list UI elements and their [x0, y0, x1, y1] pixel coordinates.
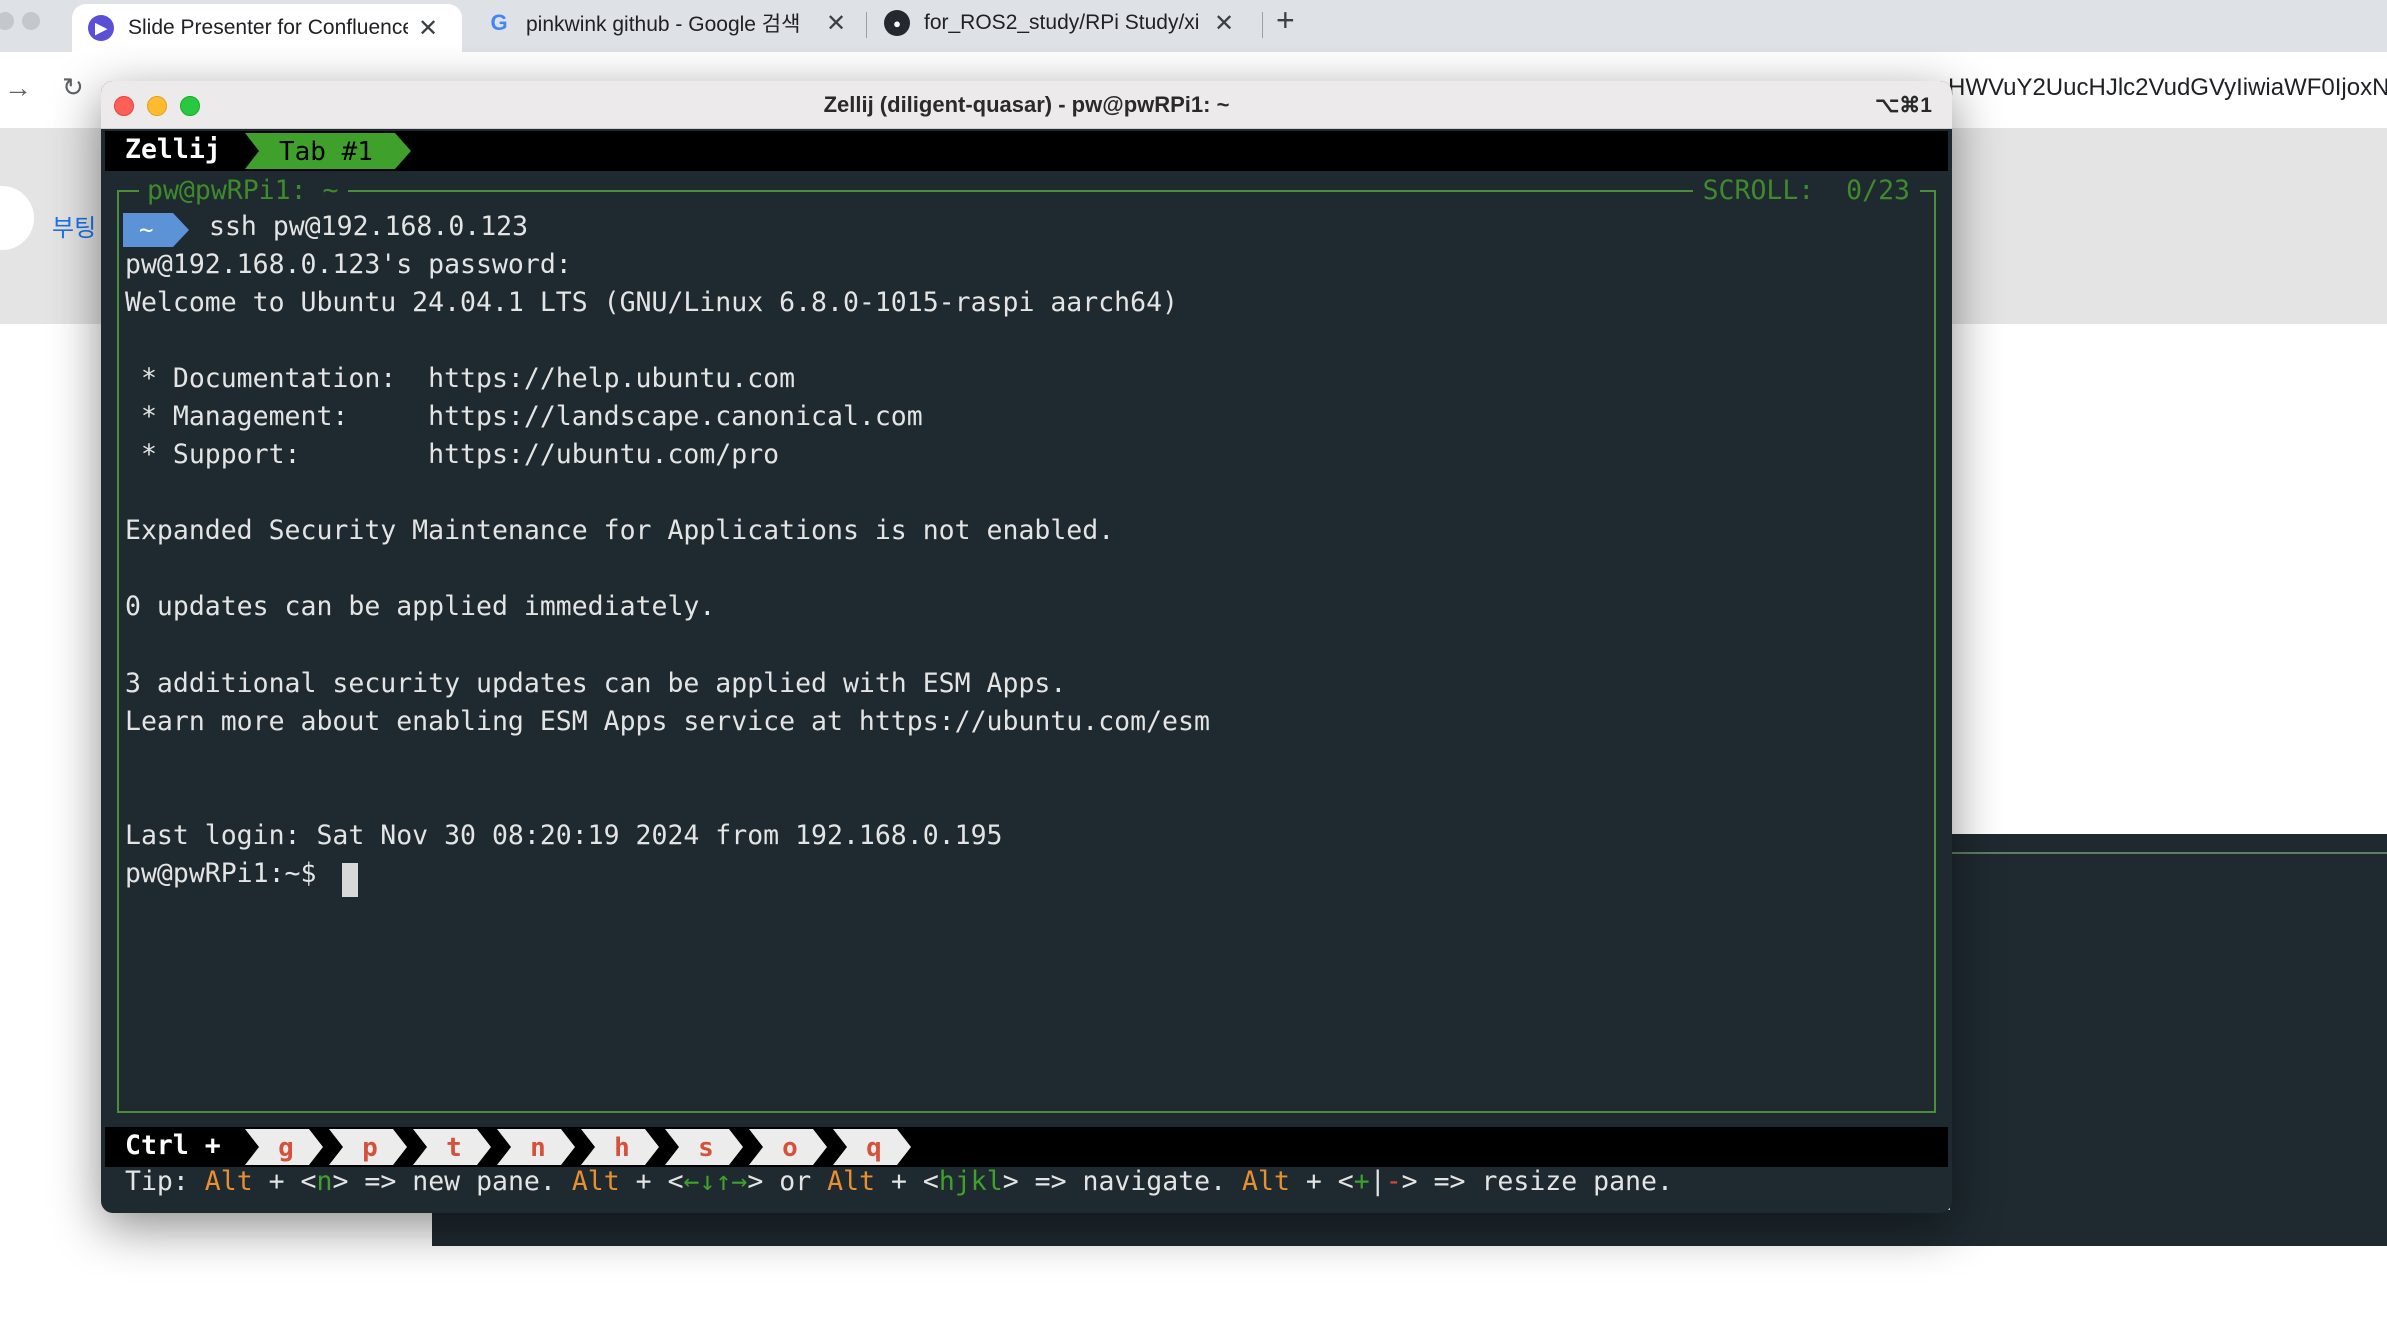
terminal-line: pw@192.168.0.123's password:	[125, 249, 572, 280]
tip-bracket: <	[300, 1166, 317, 1197]
slide-presenter-icon: ▶	[88, 15, 114, 41]
tab-title: for_ROS2_study/RPi Study/xi	[924, 11, 1200, 34]
tip-alt-key: Alt	[827, 1166, 876, 1197]
terminal-pane[interactable]	[117, 191, 1936, 1113]
tip-line: Tip: Alt + <n> => new pane. Alt + <←↓↑→>…	[125, 1166, 1673, 1197]
terminal-line: Welcome to Ubuntu 24.04.1 LTS (GNU/Linux…	[125, 287, 1178, 318]
tip-resize-minus-key: -	[1385, 1166, 1402, 1197]
shell-prompt: pw@pwRPi1:~$	[125, 858, 317, 889]
tip-plus: +	[619, 1166, 668, 1197]
keybinding-key-h[interactable]: h	[581, 1129, 659, 1165]
pane-top-border	[117, 190, 1936, 192]
forward-icon[interactable]: →	[4, 72, 32, 104]
zellij-tab-1[interactable]: Tab #1	[245, 133, 415, 169]
window-titlebar[interactable]: Zellij (diligent-quasar) - pw@pwRPi1: ~ …	[101, 81, 1952, 129]
reload-icon[interactable]: ↻	[62, 72, 84, 103]
browser-tab-github[interactable]: ● for_ROS2_study/RPi Study/xi ✕	[868, 0, 1268, 46]
keybinding-key-n[interactable]: n	[497, 1129, 575, 1165]
close-icon[interactable]: ✕	[1214, 9, 1234, 38]
ctrl-modifier-label: Ctrl +	[125, 1130, 221, 1161]
tab-title: Slide Presenter for Confluence	[128, 16, 408, 39]
tab-separator	[866, 12, 867, 38]
terminal-line: * Management: https://landscape.canonica…	[125, 401, 923, 432]
keybinding-key-q[interactable]: q	[833, 1129, 911, 1165]
browser-tab-google-search[interactable]: G pinkwink github - Google 검색 ✕	[470, 0, 860, 46]
keybinding-key-p[interactable]: p	[329, 1129, 407, 1165]
keybinding-strip: gptnhsoq	[245, 1129, 911, 1165]
terminal-line: 3 additional security updates can be app…	[125, 668, 1067, 699]
google-icon: G	[490, 10, 508, 35]
keybinding-key-o[interactable]: o	[749, 1129, 827, 1165]
pane-title: pw@pwRPi1: ~	[139, 175, 349, 206]
tip-new-pane-text: => new pane.	[348, 1166, 572, 1197]
sidebar-link-text[interactable]: 부팅	[52, 208, 96, 243]
text-cursor	[342, 863, 358, 897]
tip-bracket: <	[922, 1166, 939, 1197]
tip-alt-key: Alt	[204, 1166, 253, 1197]
tip-navigate-text: => navigate.	[1018, 1166, 1243, 1197]
background-terminal-window-edge	[432, 1210, 2387, 1246]
prompt-dir: ~	[139, 216, 153, 244]
tip-arrow-keys: ←↓↑→	[683, 1166, 748, 1197]
tip-alt-key: Alt	[1242, 1166, 1290, 1197]
pane-scroll-indicator: SCROLL: 0/23	[1692, 175, 1920, 206]
tip-bracket: <	[667, 1166, 684, 1197]
tip-prefix: Tip:	[125, 1166, 205, 1197]
keybinding-letter: t	[446, 1133, 462, 1163]
keybinding-letter: p	[362, 1133, 378, 1163]
close-icon[interactable]: ✕	[826, 9, 846, 38]
zellij-status-bar: Ctrl + g p t n h s o q	[105, 1127, 1948, 1167]
terminal-line: 0 updates can be applied immediately.	[125, 591, 716, 622]
keybinding-letter: h	[614, 1133, 630, 1163]
close-icon[interactable]: ✕	[418, 14, 438, 43]
tip-plus: +	[875, 1166, 923, 1197]
terminal-line: * Support: https://ubuntu.com/pro	[125, 439, 780, 470]
tip-plus: +	[252, 1166, 301, 1197]
tip-resize-text: => resize pane.	[1417, 1166, 1673, 1197]
keybinding-letter: n	[530, 1133, 546, 1163]
keybinding-letter: o	[782, 1133, 798, 1163]
terminal-line: Last login: Sat Nov 30 08:20:19 2024 fro…	[125, 820, 1003, 851]
window-control-dot[interactable]	[22, 12, 40, 30]
tip-hjkl-keys: hjkl	[938, 1166, 1003, 1197]
terminal-window[interactable]: Zellij (diligent-quasar) - pw@pwRPi1: ~ …	[101, 81, 1952, 1213]
tab-label: Tab #1	[279, 137, 373, 167]
tip-bracket: >	[1401, 1166, 1418, 1197]
keybinding-key-s[interactable]: s	[665, 1129, 743, 1165]
browser-tab-strip: ▶ Slide Presenter for Confluence ✕ G pin…	[0, 0, 2387, 52]
tip-n-key: n	[316, 1166, 333, 1197]
address-bar-text[interactable]: HWVuY2UucHJlc2VudGVyIiwiaWF0IjoxN	[1948, 74, 2387, 102]
keybinding-letter: g	[278, 1133, 294, 1163]
tip-plus: +	[1289, 1166, 1338, 1197]
tip-bracket: >	[747, 1166, 764, 1197]
tip-alt-key: Alt	[571, 1166, 620, 1197]
background-terminal-border	[1950, 852, 2387, 854]
keybinding-letter: q	[866, 1133, 882, 1163]
window-shortcut-label: ⌥⌘1	[1875, 94, 1932, 117]
terminal-line: * Documentation: https://help.ubuntu.com	[125, 363, 796, 394]
tab-title: pinkwink github - Google 검색	[526, 13, 801, 36]
zellij-tab-bar: Zellij Tab #1	[105, 131, 1948, 171]
terminal-line: Learn more about enabling ESM Apps servi…	[125, 706, 1210, 737]
keybinding-key-t[interactable]: t	[413, 1129, 491, 1165]
keybinding-key-g[interactable]: g	[245, 1129, 323, 1165]
prompt-arrow-segment: ~	[123, 213, 189, 247]
background-terminal-window	[1950, 834, 2387, 1246]
tip-or-text: or	[763, 1166, 828, 1197]
tab-separator	[1262, 12, 1263, 38]
tip-bracket: >	[332, 1166, 349, 1197]
terminal-line: Expanded Security Maintenance for Applic…	[125, 515, 1115, 546]
tip-resize-bar: |	[1369, 1166, 1386, 1197]
browser-tab-slide-presenter[interactable]: ▶ Slide Presenter for Confluence ✕	[72, 4, 462, 52]
terminal-line: ssh pw@192.168.0.123	[209, 211, 529, 242]
zellij-session-name: Zellij	[125, 134, 221, 165]
tip-bracket: <	[1337, 1166, 1354, 1197]
window-control-dot[interactable]	[0, 12, 14, 30]
window-title: Zellij (diligent-quasar) - pw@pwRPi1: ~	[823, 92, 1230, 117]
keybinding-letter: s	[698, 1133, 714, 1163]
tip-bracket: >	[1002, 1166, 1019, 1197]
tip-resize-plus-key: +	[1353, 1166, 1370, 1197]
github-icon: ●	[884, 10, 910, 36]
new-tab-button[interactable]: +	[1276, 2, 1295, 39]
